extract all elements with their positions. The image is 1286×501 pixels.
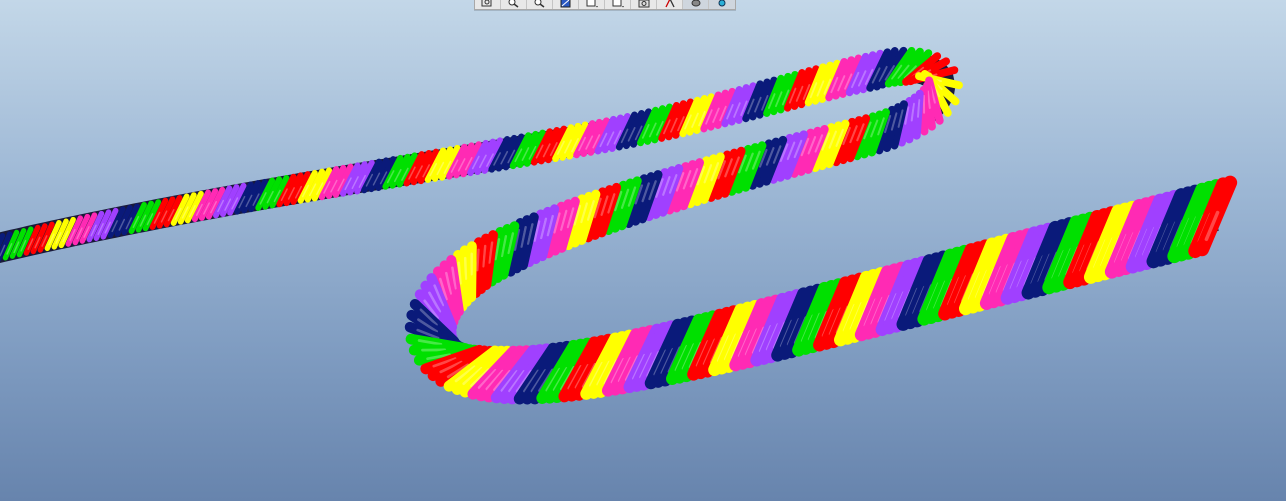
zoom-window-icon <box>481 0 491 7</box>
rope-strand-highlight <box>463 256 468 280</box>
repaint-icon <box>560 0 570 8</box>
view-manager-icon <box>638 0 649 8</box>
layers-icon <box>691 0 700 7</box>
view-manager-button[interactable] <box>631 0 657 9</box>
zoom-in-button[interactable] <box>501 0 527 9</box>
zoom-out-icon <box>534 0 544 8</box>
zoom-in-icon <box>508 0 518 8</box>
rope-strand-highlight <box>476 248 480 272</box>
display-style-button[interactable] <box>579 0 605 9</box>
rope-strand-highlight <box>917 99 921 118</box>
appearance-button[interactable] <box>709 0 735 9</box>
saved-views-icon <box>612 0 624 8</box>
datum-display-button[interactable] <box>657 0 683 9</box>
rope-model[interactable] <box>0 46 1238 405</box>
zoom-out-button[interactable] <box>527 0 553 9</box>
saved-views-button[interactable] <box>605 0 631 9</box>
display-style-icon <box>586 0 598 8</box>
layers-button[interactable] <box>683 0 709 9</box>
view-toolbar <box>474 0 736 10</box>
graphics-viewport[interactable] <box>0 0 1286 501</box>
datum-display-icon <box>664 0 675 8</box>
zoom-window-button[interactable] <box>475 0 501 9</box>
repaint-button[interactable] <box>553 0 579 9</box>
appearance-icon <box>718 0 726 7</box>
3d-model-view[interactable] <box>0 0 1286 501</box>
